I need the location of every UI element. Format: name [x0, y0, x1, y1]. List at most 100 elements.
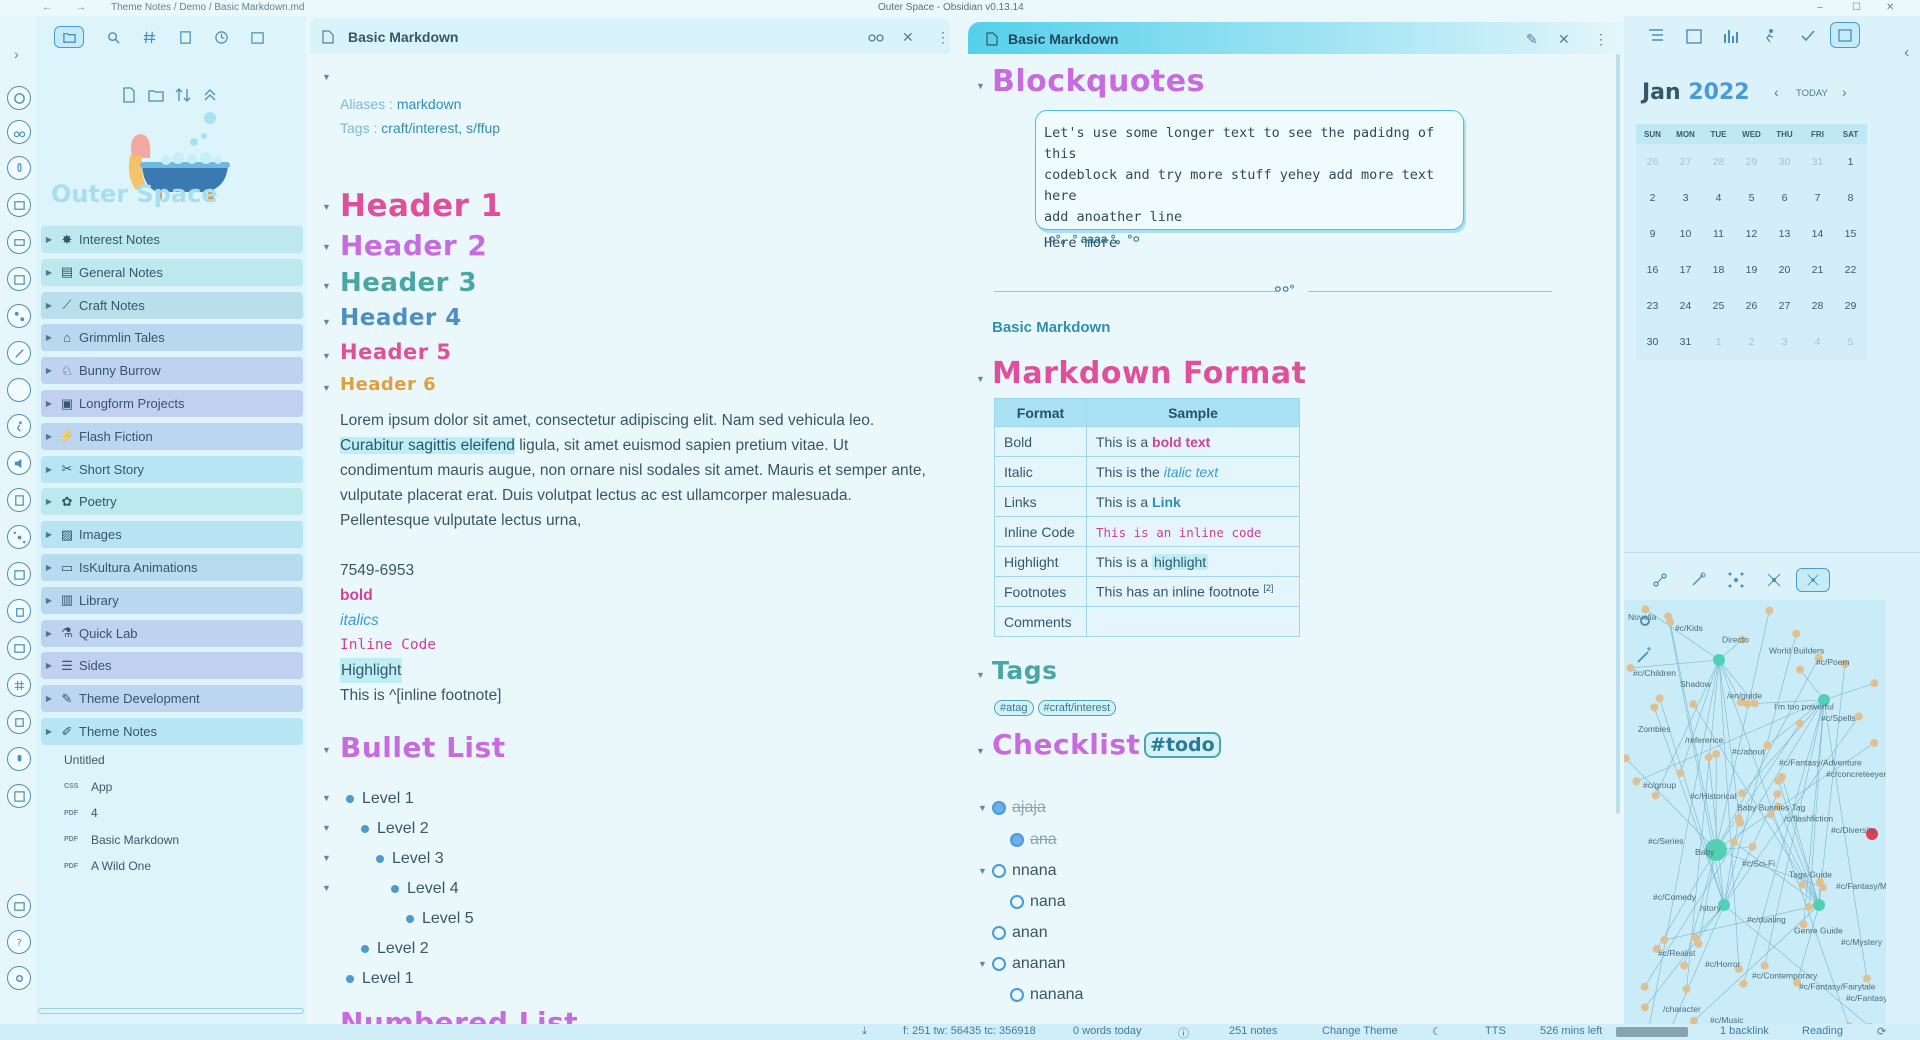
calendar-day[interactable]: 3 — [1768, 324, 1801, 360]
file-item[interactable]: Untitled — [64, 750, 105, 770]
magic-wand-icon[interactable] — [1636, 646, 1654, 664]
graph-node[interactable] — [1870, 679, 1879, 688]
fold-arrow-icon[interactable]: ▼ — [976, 374, 985, 384]
calendar-day[interactable]: 17 — [1669, 252, 1702, 288]
calendar-day[interactable]: 25 — [1702, 288, 1735, 324]
settings-icon[interactable] — [7, 966, 31, 990]
collapse-arrow-icon[interactable]: ▶ — [41, 465, 57, 474]
collapse-right-icon[interactable]: ‹ — [1904, 44, 1909, 62]
collapse-arrow-icon[interactable]: ▶ — [41, 301, 57, 310]
calendar-day[interactable]: 27 — [1669, 144, 1702, 180]
graph-nodes-icon[interactable] — [1728, 572, 1744, 588]
calendar-day[interactable]: 4 — [1702, 180, 1735, 216]
graph-node[interactable] — [1690, 933, 1699, 942]
collapse-arrow-icon[interactable]: ▶ — [41, 268, 57, 277]
calendar-day[interactable]: 3 — [1669, 180, 1702, 216]
graph-node[interactable] — [1854, 712, 1863, 721]
collapse-arrow-icon[interactable]: ▶ — [41, 694, 57, 703]
edit-icon[interactable]: ✎ — [1526, 31, 1538, 48]
graph-node[interactable] — [1650, 703, 1659, 712]
checkbox[interactable] — [1010, 833, 1024, 847]
graph-hub-node[interactable] — [1813, 899, 1825, 911]
folder-item[interactable]: ▶ ✎ Theme Development — [41, 685, 303, 713]
folder-item[interactable]: ▶ ⟋ Craft Notes — [41, 291, 303, 319]
calendar-day[interactable]: 16 — [1636, 252, 1669, 288]
folder-item[interactable]: ▶ ▥ Library — [41, 586, 303, 614]
image-icon[interactable] — [7, 193, 31, 217]
copy-icon[interactable] — [7, 599, 31, 623]
graph-node[interactable] — [1743, 699, 1752, 708]
collapse-arrow-icon[interactable]: ▶ — [41, 366, 57, 375]
calendar-day[interactable]: 27 — [1768, 288, 1801, 324]
files-tab[interactable] — [54, 26, 84, 48]
fold-arrow-icon[interactable]: ▼ — [322, 317, 331, 327]
check-tab-icon[interactable] — [1800, 28, 1816, 44]
grid-icon[interactable] — [7, 784, 31, 808]
graph-node[interactable] — [1664, 612, 1673, 621]
checklist-item[interactable]: ana — [1010, 831, 1057, 849]
checkbox[interactable] — [992, 926, 1006, 940]
todo-tag[interactable]: #todo — [1144, 732, 1221, 758]
graph-hub-node[interactable] — [1713, 654, 1725, 666]
collapse-arrow-icon[interactable]: ▶ — [41, 563, 57, 572]
graph-node[interactable] — [1798, 880, 1807, 889]
runner-tab-icon[interactable] — [1761, 28, 1777, 44]
calendar-day[interactable]: 31 — [1801, 144, 1834, 180]
graph-node[interactable] — [1632, 777, 1641, 786]
folder-item[interactable]: ▶ ⚗ Quick Lab — [41, 619, 303, 647]
fold-arrow-icon[interactable]: ▼ — [322, 383, 331, 393]
graph-node[interactable] — [1682, 985, 1691, 994]
file-item[interactable]: CSS App — [64, 777, 112, 797]
folder-item[interactable]: ▶ ✐ Theme Notes — [41, 718, 303, 745]
folder-item[interactable]: ▶ ♘ Bunny Burrow — [41, 357, 303, 385]
close-tab-icon[interactable]: ✕ — [902, 29, 914, 46]
graph-node[interactable] — [1773, 790, 1782, 799]
folder-item[interactable]: ▶ ✂ Short Story — [41, 455, 303, 483]
collapse-arrow-icon[interactable]: ▶ — [41, 399, 57, 408]
fold-arrow-icon[interactable]: ▼ — [976, 746, 985, 756]
graph-node[interactable] — [1680, 961, 1689, 970]
fold-arrow-icon[interactable]: ▼ — [322, 823, 331, 833]
calendar-day[interactable]: 10 — [1669, 216, 1702, 252]
folder-item[interactable]: ▶ ☰ Sides — [41, 652, 303, 680]
calendar-day[interactable]: 30 — [1768, 144, 1801, 180]
graph-node[interactable] — [1689, 700, 1698, 709]
graph-node[interactable] — [1792, 629, 1801, 638]
pane1-title[interactable]: Basic Markdown — [348, 29, 458, 45]
graph-node[interactable] — [1796, 665, 1805, 674]
calendar-day[interactable]: 19 — [1735, 252, 1768, 288]
help-icon[interactable]: ? — [7, 930, 31, 954]
pane2-title[interactable]: Basic Markdown — [1008, 31, 1118, 47]
checkbox[interactable] — [1010, 988, 1024, 1002]
folder-item[interactable]: ▶ ⌂ Grimmlin Tales — [41, 324, 303, 352]
calendar-day[interactable]: 5 — [1735, 180, 1768, 216]
calendar-day[interactable]: 31 — [1669, 324, 1702, 360]
graph-node[interactable] — [1640, 1003, 1649, 1012]
graph-node[interactable] — [1765, 606, 1774, 615]
folder-item[interactable]: ▶ ✸ Interest Notes — [41, 226, 303, 253]
backlinks-icon[interactable] — [1690, 572, 1706, 588]
folder-item[interactable]: ▶ ▨ Images — [41, 521, 303, 549]
minimize-icon[interactable]: – — [1817, 2, 1823, 13]
calendar-day[interactable]: 1 — [1702, 324, 1735, 360]
fold-arrow-icon[interactable]: ▼ — [322, 883, 331, 893]
more-options-icon[interactable]: ⋮ — [936, 29, 950, 46]
expand-sidebar-icon[interactable]: › — [14, 46, 19, 62]
calendar-day[interactable]: 9 — [1636, 216, 1669, 252]
fold-arrow-icon[interactable]: ▼ — [322, 242, 331, 252]
graph-node[interactable] — [1655, 694, 1664, 703]
calendar-tab-icon[interactable] — [1686, 28, 1702, 44]
file-item[interactable]: PDF A Wild One — [64, 856, 151, 876]
thermometer-icon[interactable] — [7, 156, 31, 180]
calendar-day[interactable]: 26 — [1735, 288, 1768, 324]
calendar-active-tab[interactable] — [1830, 22, 1860, 48]
graph-node[interactable] — [1750, 699, 1759, 708]
link-icon[interactable] — [7, 341, 31, 365]
dice-icon[interactable] — [7, 710, 31, 734]
tag-pill[interactable]: #atag — [994, 700, 1034, 716]
calendar-day[interactable]: 14 — [1801, 216, 1834, 252]
graph-node[interactable] — [1748, 842, 1757, 851]
checkbox[interactable] — [992, 801, 1006, 815]
checkbox[interactable] — [1010, 895, 1024, 909]
fold-arrow-icon[interactable]: ▼ — [322, 281, 331, 291]
